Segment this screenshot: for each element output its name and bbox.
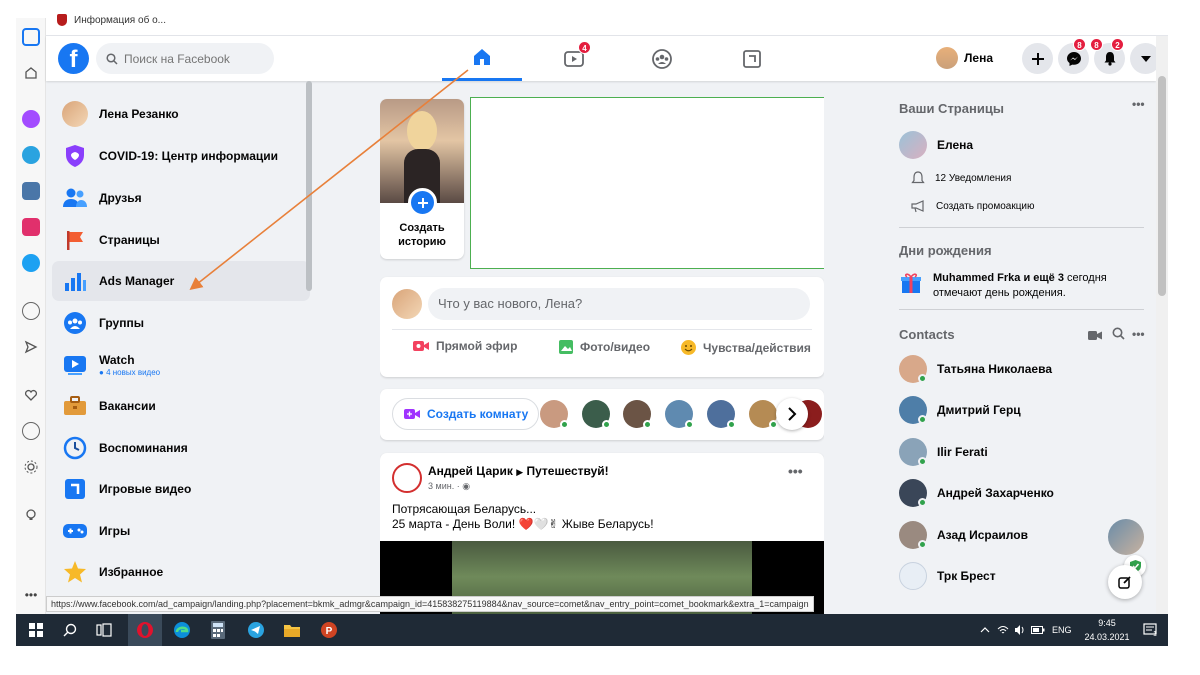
annotation-arrow [189, 69, 469, 290]
task-view-icon[interactable] [94, 620, 114, 640]
edge-taskbar-icon[interactable] [172, 620, 192, 640]
windows-taskbar: P ENG 9:45 24.03.2021 1 [16, 614, 1168, 646]
calculator-taskbar-icon[interactable] [208, 620, 228, 640]
language-indicator[interactable]: ENG [1052, 625, 1072, 635]
search-icon[interactable] [60, 620, 80, 640]
volume-icon[interactable] [1013, 620, 1027, 640]
action-center-icon[interactable]: 1 [1140, 620, 1160, 640]
svg-text:P: P [326, 626, 333, 637]
chevron-up-icon[interactable] [978, 620, 992, 640]
opera-taskbar-icon[interactable] [128, 614, 162, 646]
network-icon[interactable] [996, 620, 1010, 640]
screen: Информация об о... ••• f Поиск на Facebo… [16, 0, 1168, 646]
windows-start-icon[interactable] [26, 620, 46, 640]
battery-icon[interactable] [1031, 620, 1045, 640]
file-explorer-taskbar-icon[interactable] [282, 620, 302, 640]
clock-time[interactable]: 9:45 [1084, 618, 1130, 628]
clock-date[interactable]: 24.03.2021 [1080, 632, 1134, 642]
status-url: https://www.facebook.com/ad_campaign/lan… [46, 596, 814, 612]
powerpoint-taskbar-icon[interactable]: P [319, 620, 339, 640]
telegram-taskbar-icon[interactable] [246, 620, 266, 640]
